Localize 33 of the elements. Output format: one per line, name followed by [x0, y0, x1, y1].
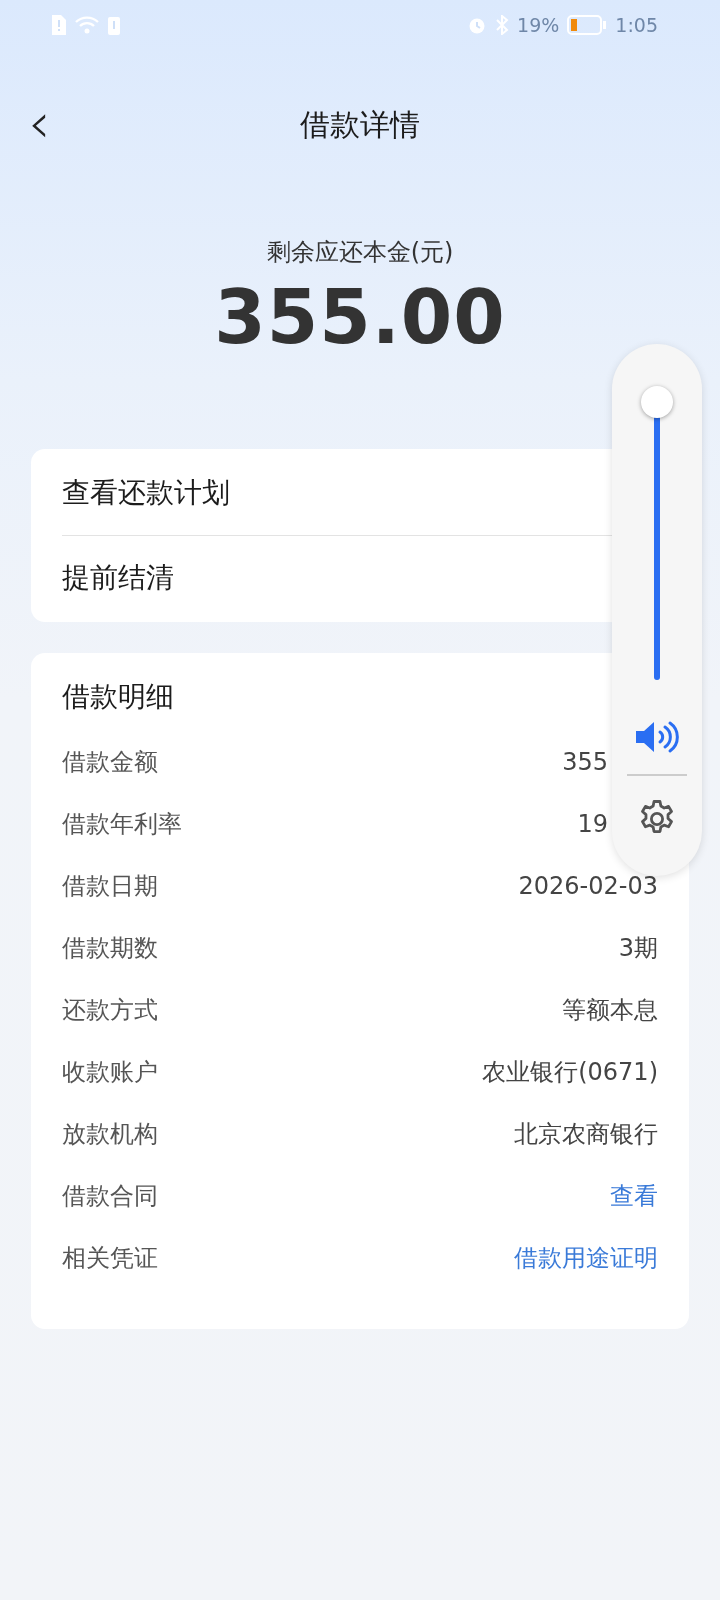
battery-percent: 19%	[517, 14, 560, 36]
battery-alert-icon	[108, 15, 120, 35]
action-item[interactable]: 查看还款计划	[62, 451, 230, 535]
detail-link[interactable]: 借款用途证明	[514, 1242, 658, 1274]
sim-alert-icon	[50, 15, 66, 35]
section-title: 借款明细	[62, 679, 175, 715]
detail-label: 收款账户	[62, 1057, 158, 1088]
battery-icon	[567, 14, 608, 36]
detail-label: 借款日期	[62, 871, 158, 902]
back-button[interactable]: ‹	[22, 93, 57, 153]
detail-label: 借款金额	[62, 747, 158, 778]
wifi-icon	[74, 15, 100, 35]
detail-value: 农业银行(0671)	[482, 1057, 658, 1088]
bluetooth-icon	[495, 15, 510, 35]
detail-label: 相关凭证	[62, 1243, 158, 1274]
detail-value: 等额本息	[562, 995, 658, 1026]
principal-amount: 355.00	[214, 274, 506, 360]
detail-value: 19	[577, 810, 608, 838]
detail-value: 北京农商银行	[514, 1119, 658, 1150]
detail-label: 借款年利率	[62, 809, 182, 840]
detail-label: 借款合同	[62, 1181, 158, 1212]
speaker-icon[interactable]	[634, 720, 680, 754]
principal-label: 剩余应还本金(元)	[266, 237, 454, 268]
detail-value: 355	[562, 748, 608, 776]
clock-time: 1:05	[615, 14, 658, 36]
detail-label: 借款期数	[62, 933, 158, 964]
page-title: 借款详情	[300, 105, 420, 144]
detail-link[interactable]: 查看	[610, 1180, 658, 1212]
detail-value: 2026-02-03	[518, 872, 658, 900]
detail-value: 3期	[618, 933, 658, 964]
action-item[interactable]: 提前结清	[62, 536, 174, 620]
detail-label: 还款方式	[62, 995, 158, 1026]
detail-label: 放款机构	[62, 1119, 158, 1150]
